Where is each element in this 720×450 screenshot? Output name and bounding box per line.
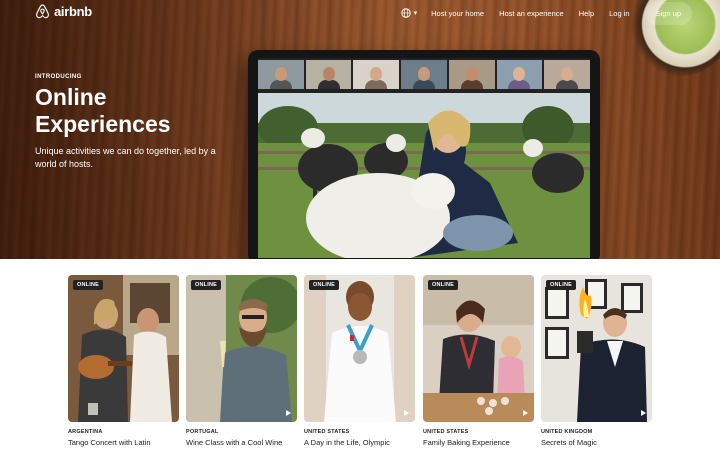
experience-list: ONLINE ARGENTINA Tango Concert with Lati… <box>68 275 652 450</box>
participant-thumbnail <box>258 60 304 89</box>
hero-banner: airbnb ▾ Host your home Host an experien… <box>0 0 720 259</box>
tablet-image <box>248 50 600 259</box>
experience-country: UNITED STATES <box>423 429 469 435</box>
experience-country: UNITED STATES <box>304 429 350 435</box>
experience-card[interactable]: ONLINE UNITED STATES Family Baking Exper… <box>423 275 534 448</box>
nav-link-help[interactable]: Help <box>579 9 594 18</box>
participant-thumbnail <box>448 60 495 89</box>
chevron-down-icon: ▾ <box>413 10 418 17</box>
play-icon[interactable] <box>286 410 291 416</box>
nav-link-host-experience[interactable]: Host an experience <box>499 9 564 18</box>
experience-title[interactable]: Wine Class with a Cool Wine <box>186 438 297 448</box>
language-selector[interactable]: ▾ <box>400 8 418 18</box>
experience-image: ONLINE <box>68 275 179 422</box>
online-badge: ONLINE <box>309 280 339 290</box>
globe-icon <box>400 8 411 18</box>
experience-image: ONLINE <box>186 275 297 422</box>
airbnb-belo-icon <box>36 4 49 19</box>
hero-eyebrow: INTRODUCING <box>35 74 82 80</box>
experience-title[interactable]: Family Baking Experience <box>423 438 534 448</box>
experience-image: ONLINE <box>541 275 652 422</box>
online-badge: ONLINE <box>428 280 458 290</box>
page: airbnb ▾ Host your home Host an experien… <box>0 0 720 450</box>
experience-image: ONLINE <box>423 275 534 422</box>
video-call-screen <box>258 58 590 258</box>
experience-country: PORTUGAL <box>186 429 219 435</box>
signup-button[interactable]: Sign up <box>644 1 692 25</box>
participant-thumbnail <box>353 60 400 89</box>
online-badge: ONLINE <box>546 280 576 290</box>
hero-subtitle: Unique activities we can do together, le… <box>35 146 216 169</box>
play-icon[interactable] <box>404 410 409 416</box>
sheep-scene-illustration <box>258 93 590 258</box>
play-icon[interactable] <box>641 410 646 416</box>
experience-image: ONLINE <box>304 275 415 422</box>
brand-name: airbnb <box>54 4 92 19</box>
participant-thumbnail <box>305 60 352 89</box>
experience-card[interactable]: ONLINE ARGENTINA Tango Concert with Lati… <box>68 275 179 448</box>
online-badge: ONLINE <box>73 280 103 290</box>
participant-thumbnails <box>258 60 590 89</box>
experience-title[interactable]: A Day in the Life, Olympic <box>304 438 415 448</box>
participant-thumbnail <box>496 60 543 89</box>
airbnb-logo[interactable]: airbnb <box>35 4 92 19</box>
experience-card[interactable]: ONLINE UNITED KINGDOM Secrets of Magic <box>541 275 652 448</box>
experience-country: UNITED KINGDOM <box>541 429 593 435</box>
nav-link-login[interactable]: Log in <box>609 9 629 18</box>
experience-title[interactable]: Secrets of Magic <box>541 438 652 448</box>
play-icon[interactable] <box>523 410 528 416</box>
participant-thumbnail <box>401 60 447 89</box>
experience-card[interactable]: ONLINE PORTUGAL Wine Class with a Cool W… <box>186 275 297 448</box>
experience-title[interactable]: Tango Concert with Latin <box>68 438 179 448</box>
top-nav: airbnb ▾ Host your home Host an experien… <box>0 0 720 26</box>
nav-link-host-home[interactable]: Host your home <box>431 9 484 18</box>
hero-title: Online Experiences <box>35 84 171 137</box>
online-badge: ONLINE <box>191 280 221 290</box>
participant-thumbnail <box>544 60 590 89</box>
experience-card[interactable]: ONLINE UNITED STATES A Day in the Life, … <box>304 275 415 448</box>
experience-country: ARGENTINA <box>68 429 103 435</box>
main-video-feed <box>258 93 590 258</box>
